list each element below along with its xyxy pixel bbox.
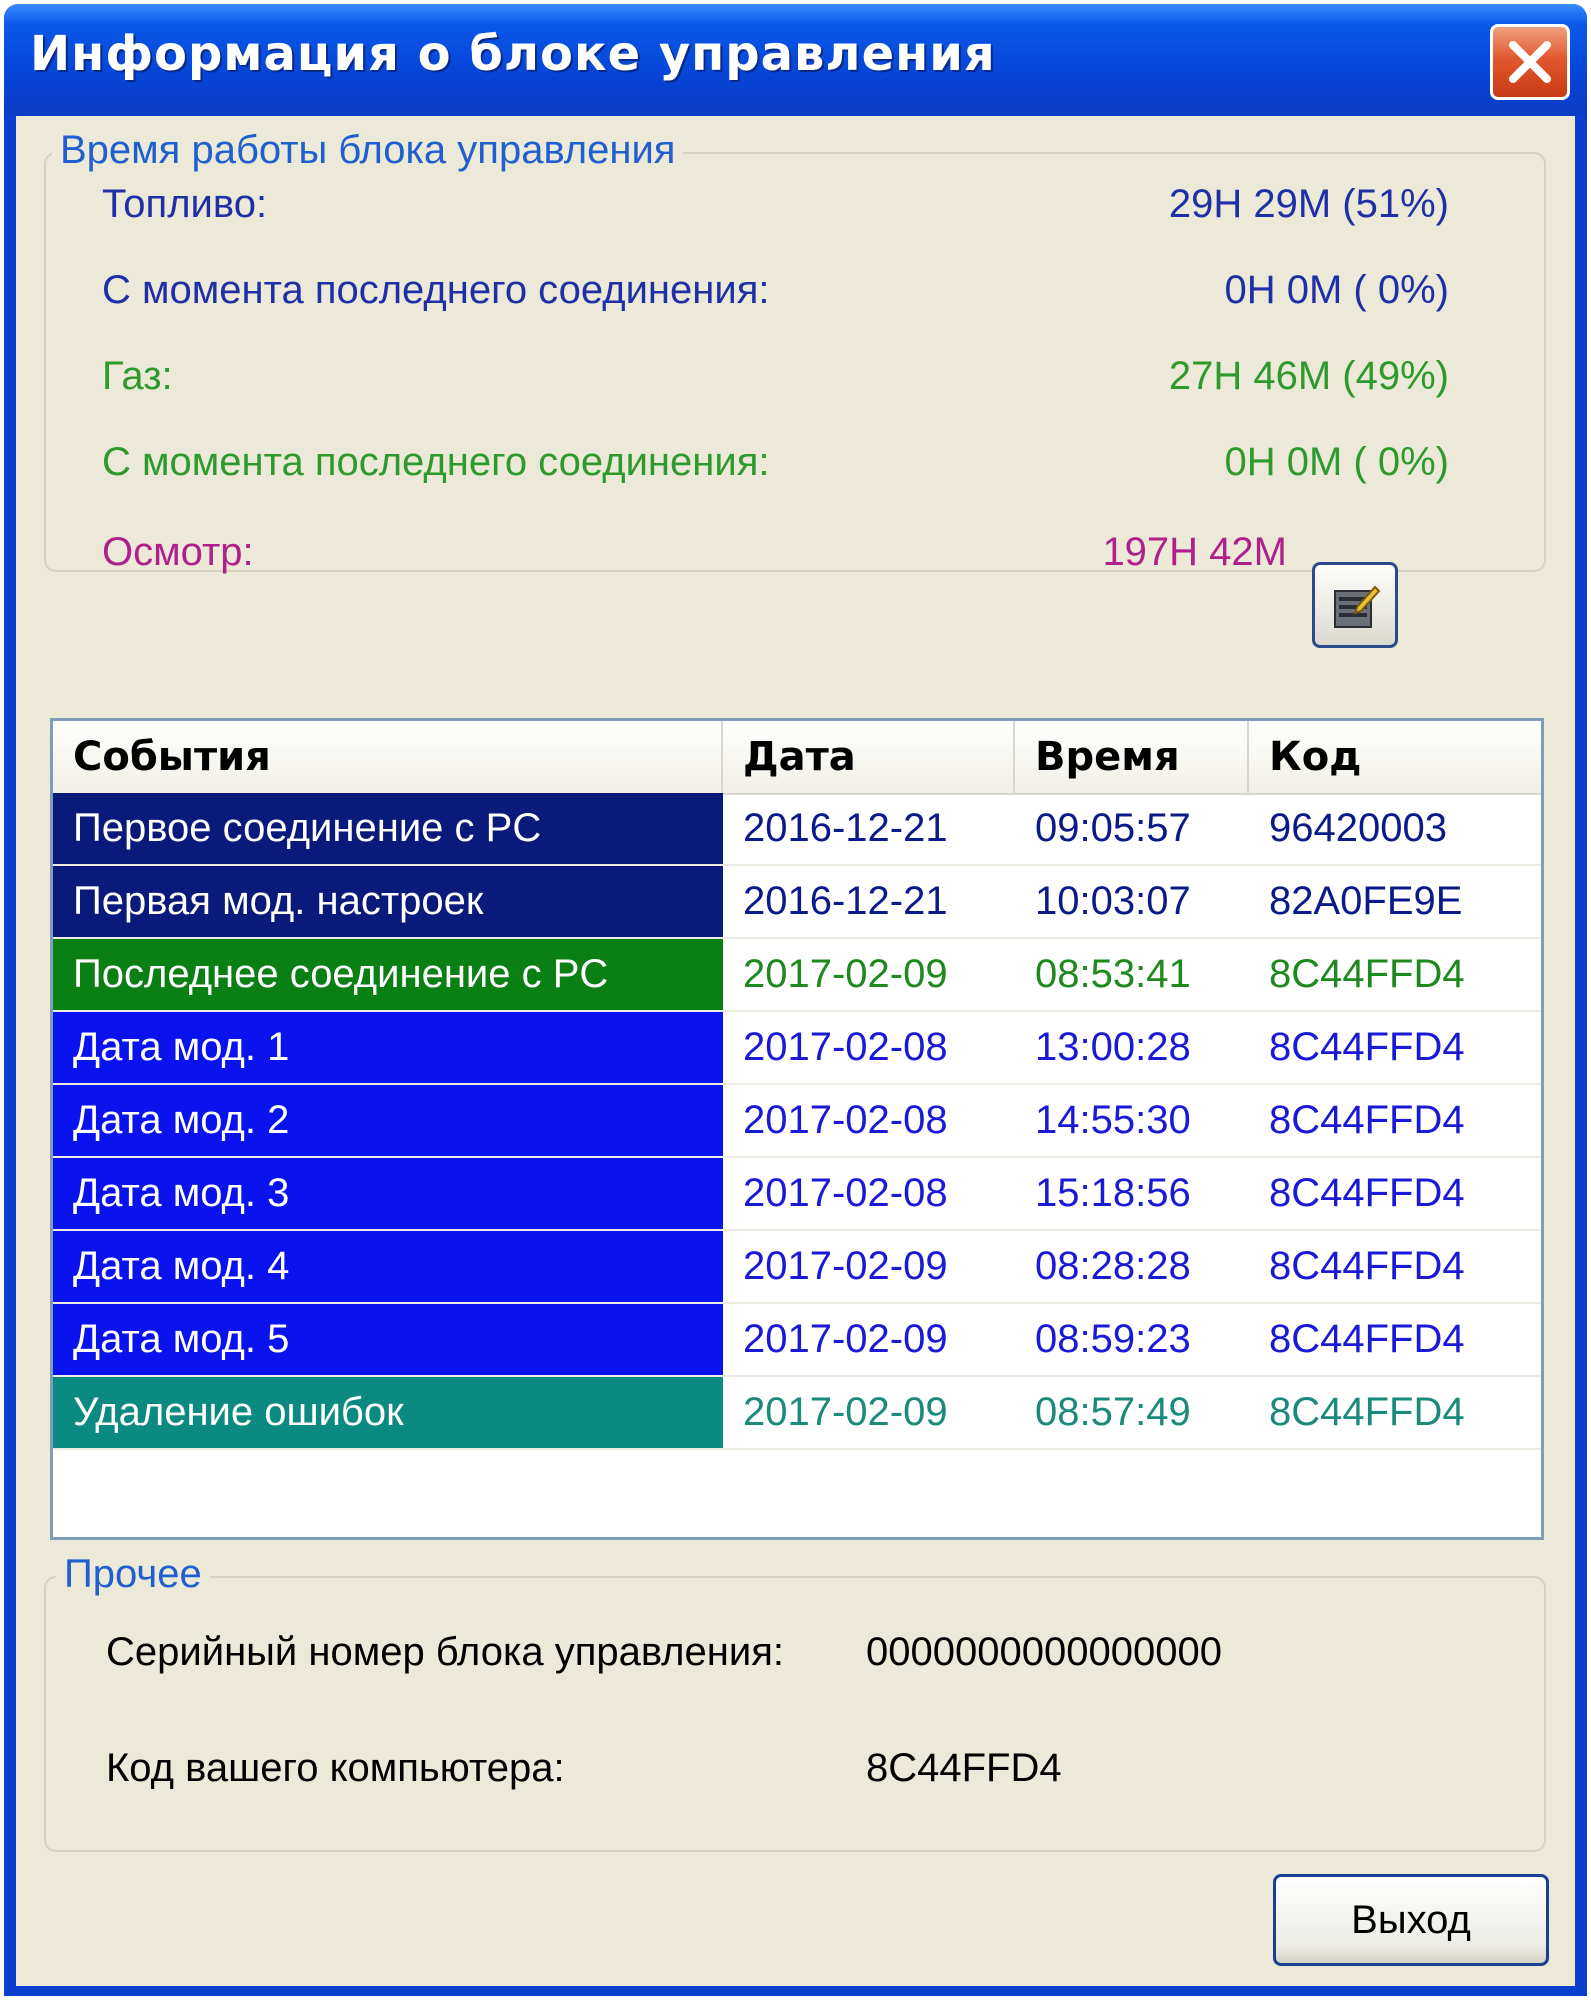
- edit-inspection-button[interactable]: [1312, 562, 1398, 648]
- code-cell: 8C44FFD4: [1269, 1098, 1465, 1142]
- table-row[interactable]: Дата мод. 4 2017-02-09 08:28:28 8C44FFD4: [53, 1231, 1541, 1304]
- notepad-edit-icon: [1334, 585, 1381, 628]
- code-cell: 96420003: [1269, 806, 1447, 850]
- event-cell: Первая мод. настроек: [53, 866, 723, 937]
- event-cell: Удаление ошибок: [53, 1377, 723, 1448]
- date-cell: 2017-02-08: [743, 1098, 948, 1142]
- inspection-value: 197H 42M: [1102, 530, 1287, 574]
- event-cell: Дата мод. 4: [53, 1231, 723, 1302]
- gas-value: 27H 46M (49%): [1168, 354, 1449, 398]
- event-cell: Дата мод. 1: [53, 1012, 723, 1083]
- pc-code-value: 8C44FFD4: [866, 1746, 1062, 1790]
- events-table[interactable]: События Дата Время Код Первое соединение…: [50, 718, 1544, 1540]
- time-cell: 08:59:23: [1035, 1317, 1191, 1361]
- date-cell: 2017-02-09: [743, 952, 948, 996]
- exit-button[interactable]: Выход: [1273, 1874, 1549, 1966]
- uptime-group-legend: Время работы блока управления: [52, 128, 684, 173]
- code-cell: 8C44FFD4: [1269, 1025, 1465, 1069]
- time-cell: 14:55:30: [1035, 1098, 1191, 1142]
- event-cell: Дата мод. 3: [53, 1158, 723, 1229]
- code-cell: 82A0FE9E: [1269, 879, 1463, 923]
- gas-since-value: 0H 0M ( 0%): [1224, 440, 1450, 484]
- close-button[interactable]: [1490, 24, 1570, 100]
- date-cell: 2017-02-08: [743, 1025, 948, 1069]
- column-header-time[interactable]: Время: [1015, 721, 1249, 793]
- event-cell: Дата мод. 2: [53, 1085, 723, 1156]
- event-cell: Последнее соединение с PC: [53, 939, 723, 1010]
- serial-number-value: 0000000000000000: [866, 1630, 1222, 1674]
- table-row[interactable]: Последнее соединение с PC 2017-02-09 08:53…: [53, 939, 1541, 1012]
- date-cell: 2017-02-09: [743, 1390, 948, 1434]
- date-cell: 2016-12-21: [743, 806, 948, 850]
- dialog-window: Информация о блоке управления Время рабо…: [4, 4, 1587, 1996]
- table-header: События Дата Время Код: [53, 721, 1541, 795]
- code-cell: 8C44FFD4: [1269, 1171, 1465, 1215]
- date-cell: 2017-02-09: [743, 1244, 948, 1288]
- time-cell: 10:03:07: [1035, 879, 1191, 923]
- time-cell: 08:53:41: [1035, 952, 1191, 996]
- date-cell: 2017-02-09: [743, 1317, 948, 1361]
- table-row[interactable]: Дата мод. 3 2017-02-08 15:18:56 8C44FFD4: [53, 1158, 1541, 1231]
- table-row[interactable]: Дата мод. 5 2017-02-09 08:59:23 8C44FFD4: [53, 1304, 1541, 1377]
- other-group-legend: Прочее: [56, 1552, 210, 1597]
- date-cell: 2017-02-08: [743, 1171, 948, 1215]
- code-cell: 8C44FFD4: [1269, 1390, 1465, 1434]
- time-cell: 09:05:57: [1035, 806, 1191, 850]
- table-row[interactable]: Удаление ошибок 2017-02-09 08:57:49 8C44FFD…: [53, 1377, 1541, 1450]
- fuel-value: 29H 29M (51%): [1168, 182, 1449, 226]
- gas-since-label: С момента последнего соединения:: [102, 440, 770, 484]
- title-bar[interactable]: Информация о блоке управления: [4, 4, 1587, 116]
- time-cell: 08:28:28: [1035, 1244, 1191, 1288]
- close-icon: [1509, 41, 1551, 83]
- code-cell: 8C44FFD4: [1269, 952, 1465, 996]
- fuel-since-label: С момента последнего соединения:: [102, 268, 770, 312]
- gas-label: Газ:: [102, 354, 173, 398]
- time-cell: 13:00:28: [1035, 1025, 1191, 1069]
- fuel-label: Топливо:: [102, 182, 268, 226]
- other-group: [44, 1576, 1546, 1852]
- window-title: Информация о блоке управления: [30, 26, 996, 82]
- event-cell: Дата мод. 5: [53, 1304, 723, 1375]
- fuel-since-value: 0H 0M ( 0%): [1224, 268, 1450, 312]
- dialog-client-area: Время работы блока управления Топливо: 2…: [16, 116, 1575, 1986]
- table-row[interactable]: Дата мод. 2 2017-02-08 14:55:30 8C44FFD4: [53, 1085, 1541, 1158]
- time-cell: 15:18:56: [1035, 1171, 1191, 1215]
- time-cell: 08:57:49: [1035, 1390, 1191, 1434]
- inspection-label: Осмотр:: [102, 530, 254, 574]
- table-row[interactable]: Первое соединение с PC 2016-12-21 09:05:57…: [53, 793, 1541, 866]
- serial-number-label: Серийный номер блока управления:: [106, 1630, 784, 1674]
- pc-code-label: Код вашего компьютера:: [106, 1746, 565, 1790]
- table-row[interactable]: Первая мод. настроек 2016-12-21 10:03:07 82…: [53, 866, 1541, 939]
- date-cell: 2016-12-21: [743, 879, 948, 923]
- column-header-date[interactable]: Дата: [723, 721, 1015, 793]
- column-header-events[interactable]: События: [53, 721, 723, 793]
- event-cell: Первое соединение с PC: [53, 793, 723, 864]
- column-header-code[interactable]: Код: [1249, 721, 1541, 793]
- code-cell: 8C44FFD4: [1269, 1317, 1465, 1361]
- code-cell: 8C44FFD4: [1269, 1244, 1465, 1288]
- table-row[interactable]: Дата мод. 1 2017-02-08 13:00:28 8C44FFD4: [53, 1012, 1541, 1085]
